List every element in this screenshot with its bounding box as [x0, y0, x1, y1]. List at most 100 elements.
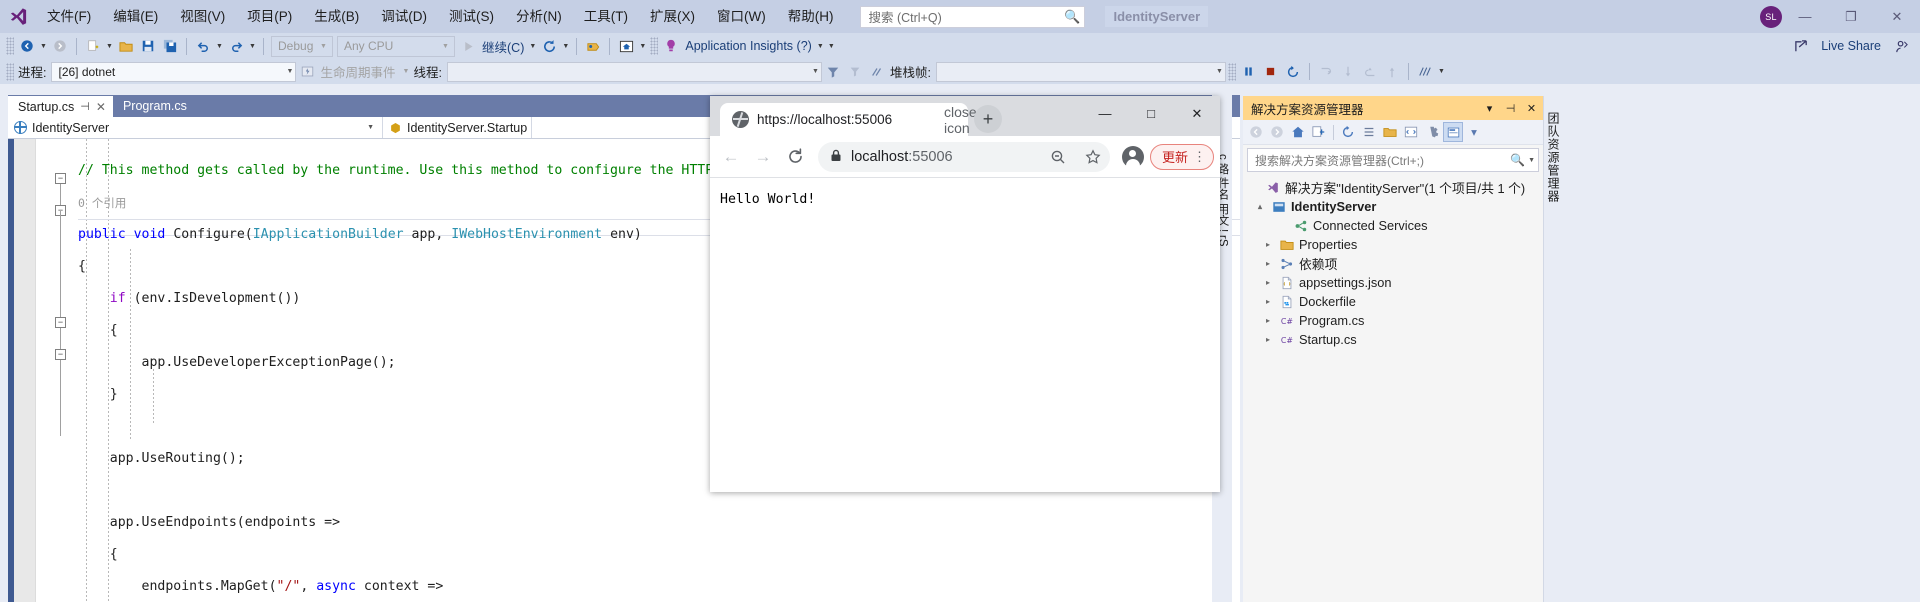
- solution-explorer-search[interactable]: 搜索解决方案资源管理器(Ctrl+;) 🔍 ▼: [1247, 148, 1539, 172]
- close-icon[interactable]: close-icon: [944, 104, 981, 136]
- hot-reload-dropdown-icon[interactable]: ▼: [560, 43, 571, 50]
- feedback-icon[interactable]: [1890, 35, 1912, 57]
- forward-icon[interactable]: [1267, 122, 1287, 142]
- show-all-files-icon[interactable]: [1380, 122, 1400, 142]
- hot-reload-icon[interactable]: [538, 35, 560, 57]
- tab-program-cs[interactable]: Program.cs: [113, 95, 194, 117]
- preview-home-icon[interactable]: [615, 35, 637, 57]
- filter-down-icon[interactable]: [844, 61, 866, 83]
- navbar-type-dropdown[interactable]: IdentityServer ▼: [8, 117, 383, 138]
- tree-node-project[interactable]: ▴ IdentityServer: [1243, 197, 1543, 216]
- solution-platform-dropdown[interactable]: Any CPU ▼: [337, 35, 455, 57]
- threads-icon[interactable]: [866, 61, 888, 83]
- tree-expander[interactable]: ▸: [1261, 316, 1275, 325]
- toolbar-overflow-icon[interactable]: ▼: [826, 43, 837, 50]
- tree-node-connected-services[interactable]: Connected Services: [1243, 216, 1543, 235]
- pause-icon[interactable]: [1238, 61, 1260, 83]
- application-insights-label[interactable]: Application Insights (?): [682, 39, 814, 53]
- new-item-icon[interactable]: [82, 35, 104, 57]
- continue-dropdown-icon[interactable]: ▼: [527, 43, 538, 50]
- play-icon[interactable]: [457, 35, 479, 57]
- live-share-label[interactable]: Live Share: [1818, 39, 1884, 53]
- solution-configuration-dropdown[interactable]: Debug ▼: [271, 35, 333, 57]
- editor-glyph-margin[interactable]: [14, 139, 36, 602]
- menu-view[interactable]: 视图(V): [169, 4, 236, 30]
- menu-test[interactable]: 测试(S): [438, 4, 505, 30]
- refresh-icon[interactable]: [1338, 122, 1358, 142]
- new-item-dropdown-icon[interactable]: ▼: [104, 43, 115, 50]
- step-over-icon[interactable]: [1337, 61, 1359, 83]
- menu-file[interactable]: 文件(F): [36, 4, 102, 30]
- preview-selected-items-icon[interactable]: [1443, 122, 1463, 142]
- toolbar-grip[interactable]: [6, 37, 14, 55]
- menu-edit[interactable]: 编辑(E): [102, 4, 169, 30]
- menu-help[interactable]: 帮助(H): [777, 4, 845, 30]
- fold-collapse-icon[interactable]: −: [55, 349, 66, 360]
- new-tab-button[interactable]: +: [974, 105, 1002, 133]
- navigate-back-dropdown-icon[interactable]: ▼: [38, 43, 49, 50]
- open-folder-icon[interactable]: [115, 35, 137, 57]
- tree-expander[interactable]: ▸: [1261, 259, 1275, 268]
- sync-with-active-doc-icon[interactable]: [1309, 122, 1329, 142]
- continue-button-label[interactable]: 继续(C): [479, 37, 527, 56]
- browser-tab[interactable]: https://localhost:55006 close-icon: [720, 103, 981, 136]
- menu-analyze[interactable]: 分析(N): [505, 4, 573, 30]
- chevron-down-icon[interactable]: ▼: [1528, 157, 1535, 164]
- back-arrow-icon[interactable]: ←: [716, 142, 746, 172]
- stack-frame-dropdown[interactable]: ▼: [935, 61, 1226, 82]
- live-share-icon[interactable]: [1790, 35, 1812, 57]
- preview-dropdown-icon[interactable]: ▼: [637, 43, 648, 50]
- back-icon[interactable]: [1246, 122, 1266, 142]
- browser-minimize-button[interactable]: —: [1082, 96, 1128, 131]
- tree-node-dockerfile[interactable]: ▸ Dockerfile: [1243, 292, 1543, 311]
- redo-dropdown-icon[interactable]: ▼: [247, 43, 258, 50]
- step-out-icon[interactable]: [1359, 61, 1381, 83]
- more-vertical-icon[interactable]: ⋮: [1193, 150, 1206, 163]
- minimize-button[interactable]: —: [1782, 0, 1828, 33]
- tree-node-appsettings[interactable]: ▸ appsettings.json: [1243, 273, 1543, 292]
- browser-maximize-button[interactable]: □: [1128, 96, 1174, 131]
- debug-toolbar-grip[interactable]: [6, 62, 14, 81]
- profile-icon[interactable]: [1121, 145, 1144, 168]
- close-icon[interactable]: ✕: [96, 100, 106, 114]
- process-dropdown[interactable]: [26] dotnet ▼: [51, 61, 297, 82]
- toolbar-grip-2[interactable]: [650, 37, 659, 55]
- pin-button[interactable]: ⊣: [1503, 102, 1518, 115]
- properties-icon[interactable]: [1422, 122, 1442, 142]
- collapse-all-icon[interactable]: [1359, 122, 1379, 142]
- menu-tools[interactable]: 工具(T): [573, 4, 639, 30]
- tree-node-program-cs[interactable]: ▸ C# Program.cs: [1243, 311, 1543, 330]
- reload-icon[interactable]: [780, 142, 810, 172]
- step-into-icon[interactable]: [1315, 61, 1337, 83]
- float-button[interactable]: ▾: [1482, 102, 1497, 115]
- tree-expander[interactable]: ▴: [1253, 202, 1267, 211]
- dock-tab-team-explorer[interactable]: 团队资源管理器: [1545, 106, 1562, 209]
- tab-startup-cs[interactable]: Startup.cs ⊣ ✕: [8, 95, 113, 117]
- browser-close-button[interactable]: ✕: [1174, 96, 1220, 131]
- tree-node-startup-cs[interactable]: ▸ C# Startup.cs: [1243, 330, 1543, 349]
- browser-link-icon[interactable]: [582, 35, 604, 57]
- undo-dropdown-icon[interactable]: ▼: [214, 43, 225, 50]
- menu-build[interactable]: 生成(B): [303, 4, 370, 30]
- tree-expander[interactable]: ▸: [1261, 297, 1275, 306]
- star-icon[interactable]: [1080, 144, 1106, 170]
- avatar[interactable]: SL: [1760, 5, 1782, 28]
- restore-button[interactable]: ❐: [1828, 0, 1874, 33]
- vs-search-box[interactable]: 搜索 (Ctrl+Q) 🔍: [860, 5, 1086, 28]
- app-insights-dropdown-icon[interactable]: ▼: [815, 43, 826, 50]
- redo-icon[interactable]: [225, 35, 247, 57]
- menu-debug[interactable]: 调试(D): [370, 4, 438, 30]
- close-button[interactable]: ✕: [1874, 0, 1920, 33]
- threads-window-icon[interactable]: [1414, 61, 1436, 83]
- navigate-back-icon[interactable]: [16, 35, 38, 57]
- lifecycle-dropdown-icon[interactable]: ▼: [401, 68, 412, 75]
- zoom-out-icon[interactable]: [1045, 144, 1071, 170]
- debug-overflow-icon[interactable]: ▼: [1436, 68, 1447, 75]
- tree-node-properties[interactable]: ▸ Properties: [1243, 235, 1543, 254]
- fold-collapse-icon[interactable]: −: [55, 317, 66, 328]
- address-bar[interactable]: localhost:55006: [818, 141, 1110, 172]
- menu-extensions[interactable]: 扩展(X): [639, 4, 706, 30]
- restart-debug-icon[interactable]: [1282, 61, 1304, 83]
- stop-icon[interactable]: [1260, 61, 1282, 83]
- tree-node-dependencies[interactable]: ▸ 依赖项: [1243, 254, 1543, 273]
